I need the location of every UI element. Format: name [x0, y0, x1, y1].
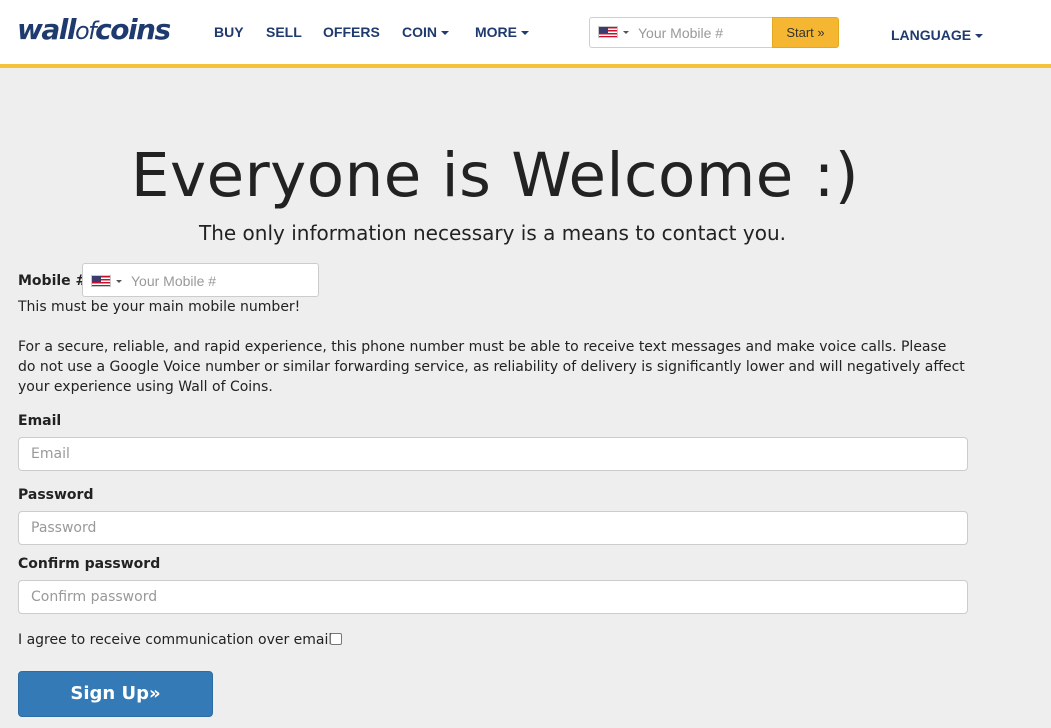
caret-down-icon [623, 31, 629, 34]
nav-more-label: MORE [475, 24, 517, 40]
confirm-password-label: Confirm password [18, 556, 161, 572]
nav-sell[interactable]: SELL [266, 24, 302, 40]
wallofcoins-logo[interactable]: wallofcoins [17, 13, 171, 46]
confirm-password-field[interactable]: Confirm password [18, 580, 968, 614]
caret-down-icon [975, 34, 984, 39]
page-subtitle: The only information necessary is a mean… [199, 221, 786, 245]
mobile-input[interactable]: Your Mobile # [82, 263, 319, 297]
mobile-label: Mobile # [18, 273, 88, 289]
mobile-placeholder: Your Mobile # [131, 273, 217, 289]
nav-coin-label: COIN [402, 24, 437, 40]
us-flag-icon[interactable] [598, 26, 618, 38]
sign-up-button[interactable]: Sign Up» [18, 671, 213, 717]
caret-down-icon [116, 280, 122, 283]
mobile-description: For a secure, reliable, and rapid experi… [18, 339, 965, 395]
site-header: wallofcoins BUY SELL OFFERS COIN MORE LA… [0, 0, 1051, 68]
nav-offers[interactable]: OFFERS [323, 24, 380, 40]
header-phone-placeholder: Your Mobile # [638, 25, 724, 41]
caret-down-icon [441, 31, 449, 36]
start-button[interactable]: Start » [772, 17, 839, 48]
password-field[interactable]: Password [18, 511, 968, 545]
nav-language-dropdown[interactable]: LANGUAGE [891, 27, 984, 43]
logo-wall: wall [17, 13, 76, 46]
password-label: Password [18, 487, 94, 503]
header-phone-input[interactable]: Your Mobile # [589, 17, 773, 48]
page-title: Everyone is Welcome :) [130, 140, 860, 211]
nav-buy[interactable]: BUY [214, 24, 244, 40]
logo-coins: coins [95, 13, 171, 46]
nav-coin-dropdown[interactable]: COIN [402, 24, 449, 40]
nav-language-label: LANGUAGE [891, 27, 972, 43]
email-field[interactable]: Email [18, 437, 968, 471]
logo-of: of [74, 17, 97, 45]
agree-email-label: I agree to receive communication over em… [18, 632, 333, 648]
us-flag-icon[interactable] [91, 275, 111, 287]
nav-more-dropdown[interactable]: MORE [475, 24, 529, 40]
agree-email-checkbox[interactable] [330, 633, 342, 645]
mobile-note: This must be your main mobile number! [18, 299, 301, 315]
email-label: Email [18, 413, 62, 429]
caret-down-icon [521, 31, 529, 36]
